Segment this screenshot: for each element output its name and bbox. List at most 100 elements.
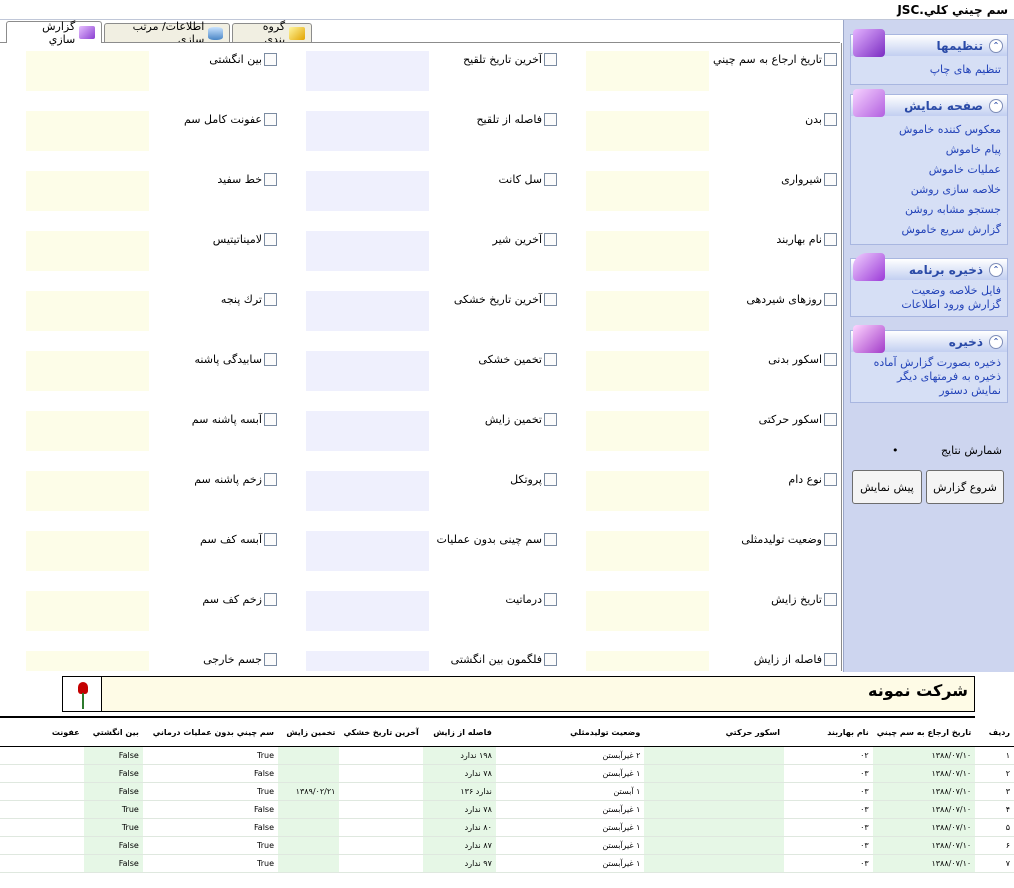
field-checkbox[interactable] — [824, 173, 837, 186]
field-checkbox-row[interactable]: شيروارى — [781, 173, 837, 186]
field-filter-box[interactable] — [306, 51, 429, 91]
field-checkbox[interactable] — [264, 293, 277, 306]
field-checkbox[interactable] — [824, 473, 837, 486]
field-checkbox[interactable] — [264, 353, 277, 366]
field-filter-box[interactable] — [586, 591, 709, 631]
field-checkbox[interactable] — [544, 653, 557, 666]
group-save-program-header[interactable]: ⌃ ذخيره برنامه — [850, 253, 1008, 281]
link-save-as-ready-report[interactable]: ذخيره بصورت گزارش آماده — [857, 356, 1001, 370]
preview-button[interactable]: پيش نمايش — [852, 470, 922, 504]
field-checkbox[interactable] — [824, 53, 837, 66]
link-similar-search-on[interactable]: جستجو مشابه روشن — [857, 200, 1001, 220]
field-checkbox-row[interactable]: آبسه كف سم — [200, 533, 277, 546]
chevron-up-icon[interactable]: ⌃ — [989, 38, 1003, 53]
field-filter-box[interactable] — [306, 291, 429, 331]
field-checkbox-row[interactable]: زخم كف سم — [202, 593, 277, 606]
link-save-other-formats[interactable]: ذخيره به فرمتهاى ديگر — [857, 370, 1001, 384]
field-checkbox-row[interactable]: فاصله از زايش — [754, 653, 837, 666]
field-filter-box[interactable] — [26, 591, 149, 631]
field-checkbox[interactable] — [824, 653, 837, 666]
field-filter-box[interactable] — [26, 231, 149, 271]
link-data-entry-report[interactable]: گزارش ورود اطلاعات — [857, 298, 1001, 312]
link-message-off[interactable]: پيام خاموش — [857, 140, 1001, 160]
field-filter-box[interactable] — [586, 531, 709, 571]
field-checkbox-row[interactable]: عفونت كامل سم — [184, 113, 277, 126]
chevron-up-icon[interactable]: ⌃ — [989, 334, 1003, 349]
field-checkbox[interactable] — [824, 113, 837, 126]
field-checkbox-row[interactable]: سابيدگى پاشنه — [195, 353, 277, 366]
field-checkbox-row[interactable]: درماتيت — [505, 593, 557, 606]
field-filter-box[interactable] — [586, 471, 709, 511]
field-checkbox-row[interactable]: تاريخ ارجاع به سم چيني — [713, 53, 837, 66]
field-checkbox-row[interactable]: روزهاى شيردهى — [746, 293, 837, 306]
field-filter-box[interactable] — [586, 351, 709, 391]
field-checkbox-row[interactable]: پروتكل — [510, 473, 557, 486]
field-checkbox[interactable] — [264, 473, 277, 486]
field-checkbox[interactable] — [824, 233, 837, 246]
field-filter-box[interactable] — [306, 351, 429, 391]
field-checkbox[interactable] — [824, 413, 837, 426]
field-checkbox[interactable] — [544, 173, 557, 186]
field-filter-box[interactable] — [26, 111, 149, 151]
field-filter-box[interactable] — [586, 111, 709, 151]
field-checkbox-row[interactable]: تاريخ زايش — [771, 593, 837, 606]
field-checkbox-row[interactable]: آخرين تاريخ خشكى — [454, 293, 557, 306]
field-checkbox-row[interactable]: سم چينى بدون عمليات — [437, 533, 557, 546]
field-filter-box[interactable] — [586, 171, 709, 211]
field-filter-box[interactable] — [586, 291, 709, 331]
chevron-up-icon[interactable]: ⌃ — [989, 98, 1003, 113]
field-checkbox[interactable] — [544, 593, 557, 606]
field-checkbox[interactable] — [264, 653, 277, 666]
field-checkbox-row[interactable]: تخمين زايش — [485, 413, 557, 426]
field-checkbox-row[interactable]: وضعيت توليدمثلى — [741, 533, 837, 546]
field-checkbox[interactable] — [544, 473, 557, 486]
field-checkbox-row[interactable]: اسكور بدنى — [768, 353, 837, 366]
field-checkbox[interactable] — [544, 533, 557, 546]
start-report-button[interactable]: شروع گزارش — [926, 470, 1004, 504]
field-checkbox-row[interactable]: نام بهاربند — [776, 233, 837, 246]
field-filter-box[interactable] — [306, 651, 429, 671]
field-filter-box[interactable] — [26, 51, 149, 91]
field-checkbox-row[interactable]: آخرين شير — [493, 233, 557, 246]
field-checkbox-row[interactable]: تخمين خشكى — [478, 353, 557, 366]
group-display-header[interactable]: ⌃ صفحه نمايش — [850, 89, 1008, 117]
field-checkbox[interactable] — [824, 293, 837, 306]
field-filter-box[interactable] — [306, 231, 429, 271]
field-filter-box[interactable] — [306, 411, 429, 451]
field-checkbox-row[interactable]: اسكور حركتى — [759, 413, 837, 426]
group-settings-header[interactable]: ⌃ تنظيمها — [850, 29, 1008, 57]
field-checkbox-row[interactable]: بدن — [805, 113, 837, 126]
field-checkbox-row[interactable]: خط سفيد — [217, 173, 277, 186]
field-filter-box[interactable] — [306, 111, 429, 151]
field-checkbox-row[interactable]: جسم خارجى — [203, 653, 277, 666]
group-save-header[interactable]: ⌃ ذخيره — [850, 325, 1008, 353]
field-checkbox[interactable] — [264, 173, 277, 186]
field-checkbox-row[interactable]: لاميناتيتيس — [213, 233, 277, 246]
field-filter-box[interactable] — [26, 651, 149, 671]
field-filter-box[interactable] — [586, 411, 709, 451]
field-checkbox-row[interactable]: فاصله از تلقيح — [476, 113, 557, 126]
field-filter-box[interactable] — [586, 231, 709, 271]
field-filter-box[interactable] — [26, 531, 149, 571]
field-filter-box[interactable] — [306, 531, 429, 571]
field-checkbox[interactable] — [824, 533, 837, 546]
field-filter-box[interactable] — [306, 171, 429, 211]
field-checkbox[interactable] — [264, 233, 277, 246]
field-filter-box[interactable] — [586, 51, 709, 91]
field-checkbox[interactable] — [264, 113, 277, 126]
field-checkbox-row[interactable]: زخم پاشنه سم — [194, 473, 277, 486]
field-checkbox-row[interactable]: آبسه پاشنه سم — [192, 413, 277, 426]
field-checkbox[interactable] — [544, 353, 557, 366]
field-filter-box[interactable] — [26, 411, 149, 451]
field-checkbox[interactable] — [544, 293, 557, 306]
field-checkbox-row[interactable]: ترك پنجه — [221, 293, 277, 306]
link-status-summary-file[interactable]: فايل خلاصه وضعيت — [857, 284, 1001, 298]
field-filter-box[interactable] — [26, 171, 149, 211]
field-checkbox[interactable] — [544, 53, 557, 66]
link-print-settings[interactable]: تنظيم هاى چاپ — [857, 60, 1001, 80]
field-checkbox[interactable] — [264, 593, 277, 606]
tab-report-builder[interactable]: گزارش سازي — [6, 20, 102, 46]
field-checkbox-row[interactable]: سل كانت — [499, 173, 557, 186]
field-checkbox[interactable] — [264, 533, 277, 546]
field-filter-box[interactable] — [586, 651, 709, 671]
